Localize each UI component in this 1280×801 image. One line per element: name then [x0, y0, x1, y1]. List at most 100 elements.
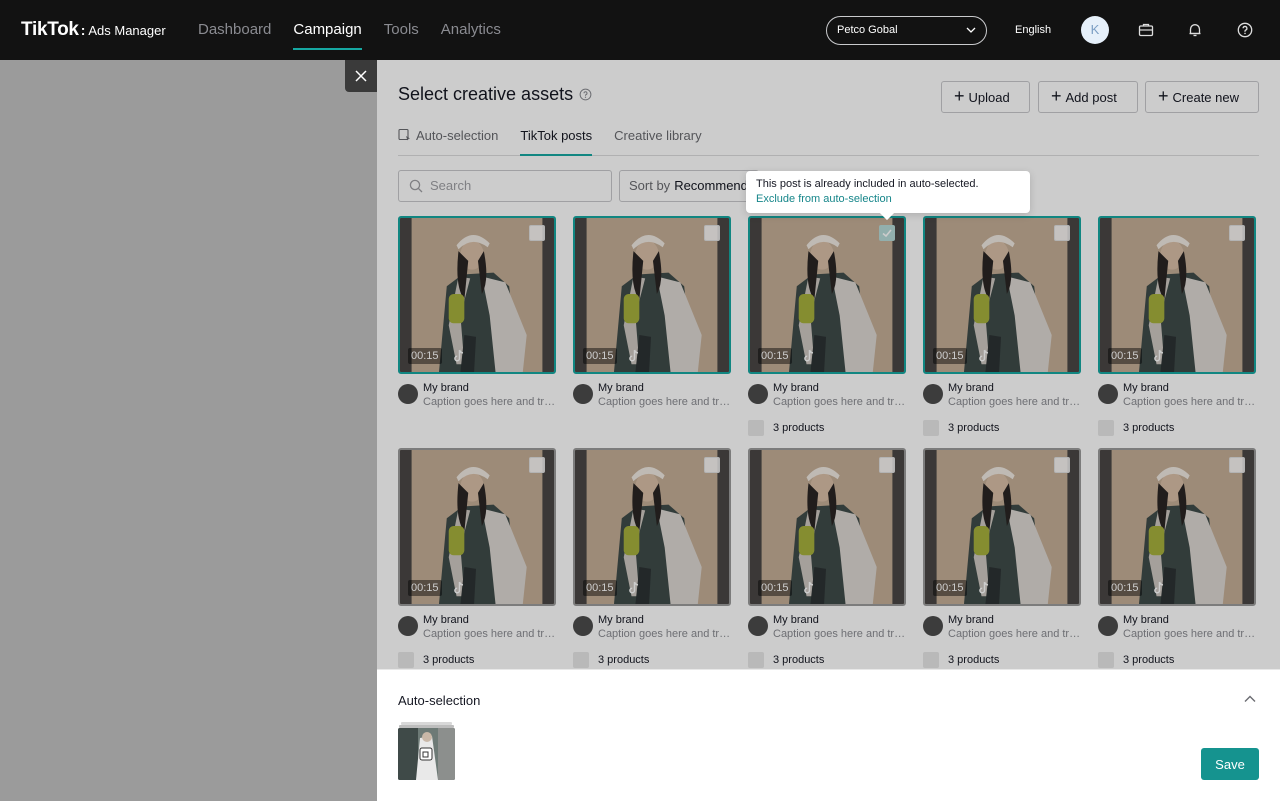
post-products: 3 products	[1098, 418, 1256, 440]
nav-dashboard[interactable]: Dashboard	[198, 0, 271, 60]
post-caption: Caption goes here and truncated	[598, 396, 731, 408]
post-thumbnail[interactable]: 00:15	[573, 448, 731, 606]
create-new-button[interactable]: + Create new	[1145, 81, 1259, 113]
brand-name: My brand	[948, 614, 994, 626]
post-card[interactable]: 00:15 My brand Caption goes here and tru…	[398, 448, 556, 672]
post-caption: Caption goes here and truncated	[598, 628, 731, 640]
nav-campaign[interactable]: Campaign	[293, 0, 363, 60]
video-duration: 00:15	[1108, 580, 1142, 596]
close-icon	[355, 70, 367, 82]
tooltip-message: This post is already included in auto-se…	[756, 178, 979, 190]
post-thumbnail[interactable]: 00:15	[573, 216, 731, 374]
brand-avatar	[398, 616, 418, 636]
brand-avatar	[573, 616, 593, 636]
post-meta: My brand Caption goes here and truncated	[398, 380, 556, 410]
exclude-from-auto-selection-link[interactable]: Exclude from auto-selection	[756, 193, 1020, 205]
nav-analytics[interactable]: Analytics	[441, 0, 501, 60]
post-card[interactable]: 00:15 My brand Caption goes here and tru…	[573, 448, 731, 672]
checkmark-icon	[882, 229, 892, 238]
auto-selection-stack-thumbnail[interactable]	[398, 722, 455, 780]
sort-label: Sort by	[629, 178, 671, 193]
account-selector[interactable]: Petco Gobal	[826, 16, 987, 45]
post-meta: My brand Caption goes here and truncated	[923, 612, 1081, 642]
chevron-up-icon[interactable]	[1243, 692, 1257, 706]
products-count: 3 products	[423, 654, 475, 666]
product-icon	[748, 652, 764, 668]
product-icon	[1098, 420, 1114, 436]
brand-name: My brand	[1123, 382, 1169, 394]
upload-button[interactable]: + Upload	[941, 81, 1030, 113]
post-card[interactable]: 00:15 My brand Caption goes here and tru…	[1098, 448, 1256, 672]
tiktok-icon	[1154, 581, 1164, 594]
post-thumbnail[interactable]: 00:15	[398, 216, 556, 374]
video-duration: 00:15	[758, 580, 792, 596]
brand-name: My brand	[773, 382, 819, 394]
products-count: 3 products	[948, 654, 1000, 666]
post-select-checkbox[interactable]	[1229, 225, 1245, 241]
post-meta: My brand Caption goes here and truncated	[573, 612, 731, 642]
user-avatar[interactable]: K	[1081, 16, 1109, 44]
video-duration: 00:15	[933, 580, 967, 596]
upload-button-label: Upload	[968, 89, 1010, 105]
sort-dropdown[interactable]: Sort by Recommended	[619, 170, 759, 202]
tiktok-ads-manager-logo[interactable]: TikTok : Ads Manager	[21, 19, 166, 41]
post-select-checkbox[interactable]	[1054, 225, 1070, 241]
search-placeholder: Search	[430, 178, 472, 193]
add-post-button[interactable]: + Add post	[1038, 81, 1138, 113]
post-card[interactable]: 00:15 My brand Caption goes here and tru…	[398, 216, 556, 410]
briefcase-icon[interactable]	[1138, 22, 1154, 38]
post-select-checkbox[interactable]	[529, 457, 545, 473]
auto-selection-icon	[398, 128, 410, 141]
drawer-title: Select creative assets	[398, 84, 574, 104]
post-caption: Caption goes here and truncated	[773, 396, 906, 408]
post-thumbnail[interactable]: 00:15	[1098, 216, 1256, 374]
brand-name: My brand	[773, 614, 819, 626]
post-caption: Caption goes here and truncated	[423, 396, 556, 408]
post-card[interactable]: 00:15 My brand Caption goes here and tru…	[1098, 216, 1256, 440]
search-input[interactable]: Search	[398, 170, 612, 202]
post-card[interactable]: 00:15 My brand Caption goes here and tru…	[923, 448, 1081, 672]
help-icon[interactable]	[579, 88, 592, 101]
tab-creative-library[interactable]: Creative library	[614, 128, 701, 155]
video-duration: 00:15	[1108, 348, 1142, 364]
post-card[interactable]: 00:15 My brand Caption goes here and tru…	[923, 216, 1081, 440]
post-caption: Caption goes here and truncated	[1123, 628, 1256, 640]
brand-avatar	[398, 384, 418, 404]
post-thumbnail[interactable]: 00:15	[748, 216, 906, 374]
post-card[interactable]: 00:15 My brand Caption goes here and tru…	[748, 216, 906, 440]
post-select-checkbox[interactable]	[879, 457, 895, 473]
language-selector[interactable]: English	[1015, 24, 1051, 36]
search-icon	[409, 179, 423, 193]
auto-selected-tooltip: This post is already included in auto-se…	[746, 171, 1030, 213]
plus-icon: +	[1158, 86, 1169, 106]
products-count: 3 products	[773, 422, 825, 434]
post-caption: Caption goes here and truncated	[948, 628, 1081, 640]
post-thumbnail[interactable]: 00:15	[748, 448, 906, 606]
post-card[interactable]: 00:15 My brand Caption goes here and tru…	[573, 216, 731, 410]
nav-tools[interactable]: Tools	[384, 0, 419, 60]
close-drawer-button[interactable]	[345, 60, 377, 92]
post-select-checkbox[interactable]	[704, 225, 720, 241]
brand-avatar	[923, 384, 943, 404]
video-duration: 00:15	[758, 348, 792, 364]
post-select-checkbox[interactable]	[1054, 457, 1070, 473]
save-button[interactable]: Save	[1201, 748, 1259, 780]
post-meta: My brand Caption goes here and truncated	[573, 380, 731, 410]
post-select-checkbox[interactable]	[879, 225, 895, 241]
products-count: 3 products	[598, 654, 650, 666]
post-thumbnail[interactable]: 00:15	[923, 216, 1081, 374]
brand-avatar	[748, 384, 768, 404]
post-card[interactable]: 00:15 My brand Caption goes here and tru…	[748, 448, 906, 672]
tab-tiktok-posts[interactable]: TikTok posts	[520, 128, 592, 156]
tab-auto-selection[interactable]: Auto-selection	[398, 128, 498, 155]
post-select-checkbox[interactable]	[1229, 457, 1245, 473]
tiktok-icon	[979, 581, 989, 594]
post-thumbnail[interactable]: 00:15	[398, 448, 556, 606]
help-icon[interactable]	[1237, 22, 1253, 38]
add-post-button-label: Add post	[1065, 89, 1117, 105]
post-thumbnail[interactable]: 00:15	[923, 448, 1081, 606]
post-thumbnail[interactable]: 00:15	[1098, 448, 1256, 606]
bell-icon[interactable]	[1187, 22, 1203, 38]
post-select-checkbox[interactable]	[704, 457, 720, 473]
post-select-checkbox[interactable]	[529, 225, 545, 241]
